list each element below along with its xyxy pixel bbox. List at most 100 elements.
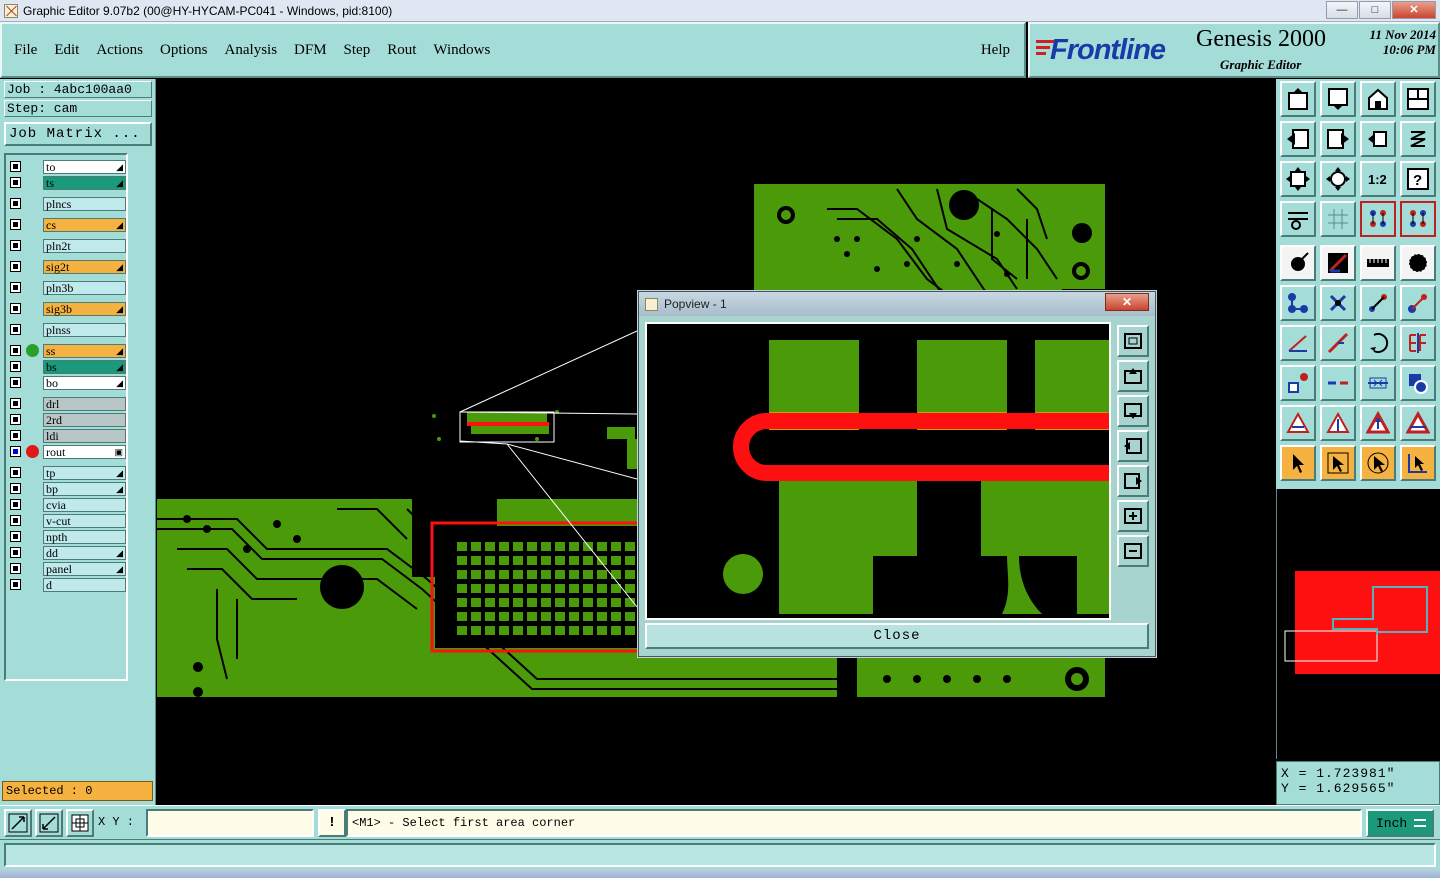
- layer-status-cell[interactable]: [21, 465, 43, 480]
- layer-name[interactable]: 2rd: [43, 412, 126, 427]
- pan-left-tool-icon[interactable]: [1280, 121, 1316, 157]
- layer-status-cell[interactable]: [21, 280, 43, 295]
- layer-row-2rd[interactable]: 2rd: [8, 412, 126, 427]
- layer-checkbox[interactable]: [10, 547, 21, 558]
- layer-name[interactable]: ldi: [43, 428, 126, 443]
- triangle-up-icon[interactable]: [1320, 405, 1356, 441]
- layer-status-cell[interactable]: [21, 444, 43, 459]
- redraw-icon[interactable]: [1400, 121, 1436, 157]
- swap-icon[interactable]: [1360, 121, 1396, 157]
- layer-checkbox[interactable]: [10, 499, 21, 510]
- close-button[interactable]: ✕: [1392, 1, 1436, 19]
- maximize-button[interactable]: □: [1359, 1, 1391, 19]
- layer-status-cell[interactable]: [21, 217, 43, 232]
- select-point-icon[interactable]: [1280, 365, 1316, 401]
- add-surface-icon[interactable]: [1400, 245, 1436, 281]
- stretch-icon[interactable]: [1360, 365, 1396, 401]
- layer-name[interactable]: tp ◢: [43, 465, 126, 480]
- layer-status-cell[interactable]: [21, 412, 43, 427]
- layer-status-cell[interactable]: [21, 428, 43, 443]
- layer-row-sig3b[interactable]: sig3b ◢: [8, 301, 126, 316]
- snap-settings-icon[interactable]: [1280, 201, 1316, 237]
- popview-canvas[interactable]: [645, 322, 1111, 620]
- layer-row-ss[interactable]: ss ◢: [8, 343, 126, 358]
- layer-row-tp[interactable]: tp ◢: [8, 465, 126, 480]
- menu-rout[interactable]: Rout: [387, 42, 416, 59]
- zoom-out-icon[interactable]: [1117, 535, 1149, 567]
- layer-checkbox[interactable]: [10, 563, 21, 574]
- layer-name[interactable]: drl: [43, 396, 126, 411]
- layer-checkbox[interactable]: [10, 377, 21, 388]
- zoom-center-icon[interactable]: [1280, 161, 1316, 197]
- menu-help[interactable]: Help: [981, 42, 1010, 59]
- layer-name[interactable]: pln2t: [43, 238, 126, 253]
- diagonal-line-icon[interactable]: [1320, 325, 1356, 361]
- layer-status-cell[interactable]: [21, 159, 43, 174]
- select-box-cursor-icon[interactable]: [1320, 445, 1356, 481]
- select-circle-cursor-icon[interactable]: [1360, 445, 1396, 481]
- layer-status-cell[interactable]: [21, 561, 43, 576]
- layer-name[interactable]: plnss: [43, 322, 126, 337]
- delete-node-icon[interactable]: [1320, 285, 1356, 321]
- job-matrix-button[interactable]: Job Matrix ...: [4, 122, 152, 146]
- menu-step[interactable]: Step: [344, 42, 371, 59]
- arc-icon[interactable]: [1360, 325, 1396, 361]
- layer-checkbox[interactable]: [10, 219, 21, 230]
- net-select-icon[interactable]: [1400, 201, 1436, 237]
- window-split-icon[interactable]: [1400, 81, 1436, 117]
- measure-icon[interactable]: [1360, 245, 1396, 281]
- add-pad-icon[interactable]: [1280, 245, 1316, 281]
- angle-line-icon[interactable]: [1280, 325, 1316, 361]
- layer-checkbox[interactable]: [10, 467, 21, 478]
- layer-row-panel[interactable]: panel ◢: [8, 561, 126, 576]
- layer-row-to[interactable]: to ◢: [8, 159, 126, 174]
- layer-status-cell[interactable]: [21, 396, 43, 411]
- layer-status-cell[interactable]: [21, 238, 43, 253]
- layer-name[interactable]: bp ◢: [43, 481, 126, 496]
- zoom-out-all-icon[interactable]: [1320, 161, 1356, 197]
- layer-row-ts[interactable]: ts ◢: [8, 175, 126, 190]
- layer-row-cvia[interactable]: cvia: [8, 497, 126, 512]
- layer-checkbox[interactable]: [10, 261, 21, 272]
- menu-edit[interactable]: Edit: [54, 42, 79, 59]
- menu-dfm[interactable]: DFM: [294, 42, 327, 59]
- layer-name[interactable]: panel ◢: [43, 561, 126, 576]
- zoom-fit-icon[interactable]: [1117, 325, 1149, 357]
- layer-checkbox[interactable]: [10, 282, 21, 293]
- layer-status-cell[interactable]: [21, 577, 43, 592]
- layer-status-cell[interactable]: [21, 175, 43, 190]
- pan-down-icon[interactable]: [1117, 395, 1149, 427]
- layer-row-bs[interactable]: bs ◢: [8, 359, 126, 374]
- alert-icon[interactable]: !: [318, 809, 346, 837]
- layer-checkbox[interactable]: [10, 161, 21, 172]
- layer-name[interactable]: npth: [43, 529, 126, 544]
- shapes-icon[interactable]: [1400, 365, 1436, 401]
- layer-checkbox[interactable]: [10, 240, 21, 251]
- layer-status-cell[interactable]: [21, 343, 43, 358]
- layer-checkbox[interactable]: [10, 345, 21, 356]
- layer-name[interactable]: ss ◢: [43, 343, 126, 358]
- help-icon[interactable]: ?: [1400, 161, 1436, 197]
- layer-checkbox[interactable]: [10, 177, 21, 188]
- layer-checkbox[interactable]: [10, 579, 21, 590]
- snap-grid-icon[interactable]: [66, 809, 94, 837]
- menu-file[interactable]: File: [14, 42, 37, 59]
- layer-status-cell[interactable]: [21, 497, 43, 512]
- menu-options[interactable]: Options: [160, 42, 208, 59]
- layer-row-sig2t[interactable]: sig2t ◢: [8, 259, 126, 274]
- layer-row-cs[interactable]: cs ◢: [8, 217, 126, 232]
- snap-mode-icon[interactable]: [4, 809, 32, 837]
- zoom-in-icon[interactable]: [1117, 500, 1149, 532]
- snap-edge-icon[interactable]: [35, 809, 63, 837]
- layer-row-bp[interactable]: bp ◢: [8, 481, 126, 496]
- layer-checkbox[interactable]: [10, 361, 21, 372]
- select-cursor-icon[interactable]: [1280, 445, 1316, 481]
- xy-input[interactable]: [146, 809, 314, 837]
- layer-row-rout[interactable]: rout ▣: [8, 444, 126, 459]
- layer-status-cell[interactable]: [21, 322, 43, 337]
- extend-node-icon[interactable]: [1400, 285, 1436, 321]
- units-selector[interactable]: Inch: [1366, 809, 1434, 837]
- layer-row-d[interactable]: d: [8, 577, 126, 592]
- pan-right-tool-icon[interactable]: [1320, 121, 1356, 157]
- layer-name[interactable]: plncs: [43, 196, 126, 211]
